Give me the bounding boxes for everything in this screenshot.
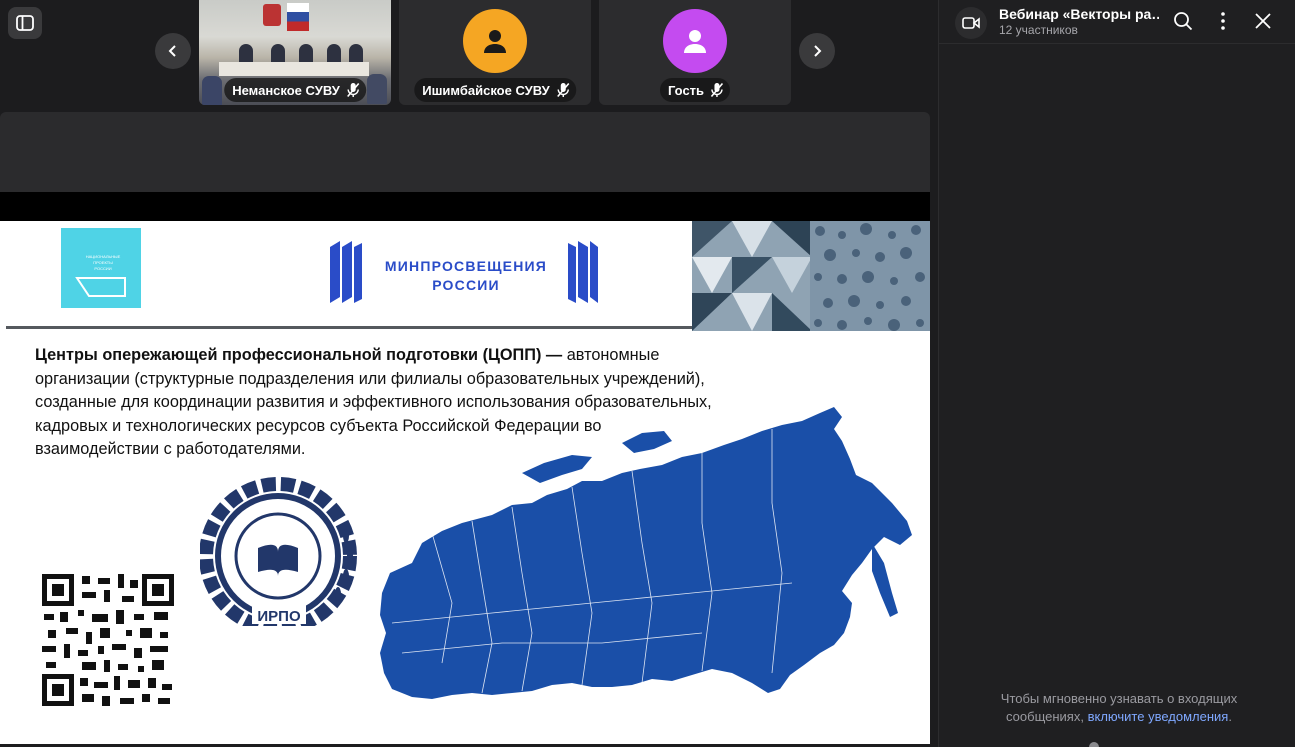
more-vertical-icon bbox=[1221, 12, 1225, 30]
mic-off-icon bbox=[556, 82, 569, 98]
ministry-logo: МИНПРОСВЕЩЕНИЯ РОССИИ bbox=[330, 241, 600, 303]
previous-participants-button[interactable] bbox=[155, 33, 191, 69]
close-chat-button[interactable] bbox=[1251, 9, 1275, 33]
irpo-abbr: ИРПО bbox=[257, 608, 301, 625]
svg-text:НАЦИОНАЛЬНЫЕ: НАЦИОНАЛЬНЫЕ bbox=[86, 254, 121, 259]
screen-share-toolbar-area bbox=[0, 112, 930, 192]
participant-name-pill: Неманское СУВУ bbox=[224, 78, 366, 102]
close-icon bbox=[1255, 13, 1271, 29]
participant-tile[interactable]: Гость bbox=[599, 0, 791, 105]
irpo-logo: ИРПО bbox=[200, 477, 357, 626]
chat-header: Вебинар «Векторы ра… 12 участников bbox=[939, 0, 1295, 44]
participant-tile[interactable]: Неманское СУВУ bbox=[199, 0, 391, 105]
chat-title[interactable]: Вебинар «Векторы ра… bbox=[999, 6, 1159, 22]
next-participants-button[interactable] bbox=[799, 33, 835, 69]
search-icon bbox=[1174, 12, 1193, 31]
enable-notifications-link[interactable]: включите уведомления bbox=[1088, 709, 1229, 724]
user-icon bbox=[684, 30, 706, 53]
shared-screen-slide: НАЦИОНАЛЬНЫЕ ПРОЕКТЫ РОССИИ МИНПРОСВЕЩЕНИЯ… bbox=[0, 221, 930, 744]
qr-code bbox=[42, 574, 174, 706]
participant-count[interactable]: 12 участников bbox=[999, 23, 1078, 37]
participant-name: Гость bbox=[667, 82, 705, 98]
avatar bbox=[463, 9, 527, 73]
chat-avatar bbox=[955, 7, 987, 39]
user-icon bbox=[484, 30, 506, 53]
avatar bbox=[663, 9, 727, 73]
notice-end: . bbox=[1228, 709, 1232, 724]
chevron-left-icon bbox=[168, 45, 176, 57]
ministry-name-line2: РОССИИ bbox=[432, 277, 500, 293]
national-projects-logo: НАЦИОНАЛЬНЫЕ ПРОЕКТЫ РОССИИ bbox=[61, 228, 141, 308]
more-options-button[interactable] bbox=[1211, 9, 1235, 33]
participant-name-pill: Гость bbox=[659, 78, 731, 102]
sidebar-toggle-button[interactable] bbox=[8, 7, 42, 39]
participant-name: Неманское СУВУ bbox=[232, 82, 340, 98]
participant-tile[interactable]: Ишимбайское СУВУ bbox=[399, 0, 591, 105]
participant-name: Ишимбайское СУВУ bbox=[422, 82, 550, 98]
mic-off-icon bbox=[710, 82, 724, 98]
sidebar-icon bbox=[16, 15, 34, 31]
app-root: Неманское СУВУ Ишимбайское СУВУ Гость НА… bbox=[0, 0, 1295, 747]
notifications-notice: Чтобы мгновенно узнавать о входящих сооб… bbox=[969, 690, 1269, 726]
decorative-pattern bbox=[810, 221, 930, 331]
svg-text:ПРОЕКТЫ: ПРОЕКТЫ bbox=[93, 260, 113, 265]
russia-map bbox=[380, 407, 912, 699]
mic-off-icon bbox=[346, 82, 359, 98]
chat-panel: Вебинар «Векторы ра… 12 участников Чтобы… bbox=[938, 0, 1295, 747]
slide-divider bbox=[6, 326, 692, 329]
video-camera-icon bbox=[962, 17, 980, 29]
screen-share-letterbox bbox=[0, 192, 930, 221]
conference-area: Неманское СУВУ Ишимбайское СУВУ Гость НА… bbox=[0, 0, 938, 747]
definition-title: Центры опережающей профессиональной подг… bbox=[35, 346, 563, 364]
svg-text:РОССИИ: РОССИИ bbox=[94, 266, 111, 271]
participant-name-pill: Ишимбайское СУВУ bbox=[414, 78, 576, 102]
scroll-indicator bbox=[1089, 742, 1099, 747]
ministry-name-line1: МИНПРОСВЕЩЕНИЯ bbox=[384, 258, 548, 274]
search-button[interactable] bbox=[1171, 9, 1195, 33]
chevron-right-icon bbox=[814, 45, 822, 57]
decorative-pattern bbox=[692, 221, 812, 331]
